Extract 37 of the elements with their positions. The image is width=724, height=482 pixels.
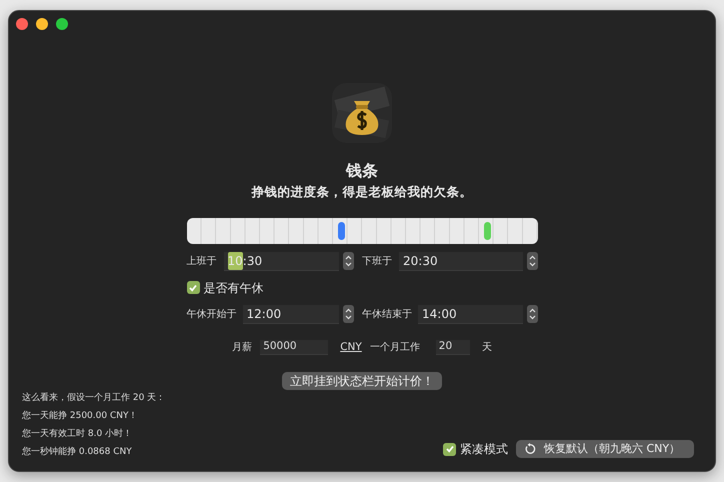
window-control-button[interactable] — [56, 18, 68, 30]
checkbox[interactable] — [186, 281, 200, 294]
time-field[interactable]: 14:00 — [418, 304, 522, 324]
app-title: 钱条 — [346, 160, 378, 182]
field-label: 月薪 — [232, 340, 252, 356]
time-marker[interactable] — [338, 222, 345, 240]
checkbox-label: 是否有午休 — [204, 280, 264, 297]
summary-text: 您一秒钟能挣 0.0868 CNY — [22, 446, 133, 459]
checkbox-label: 紧凑模式 — [460, 441, 508, 458]
stepper-control[interactable] — [526, 252, 538, 270]
reset-button[interactable]: 恢复默认（朝九晚六 CNY） — [516, 440, 694, 458]
stepper-control[interactable] — [526, 305, 538, 324]
app-subtitle: 挣钱的进度条，得是老板给我的欠条。 — [252, 183, 472, 201]
time-field[interactable]: 10:30 — [224, 252, 339, 271]
field-label: 上班于 — [186, 254, 218, 269]
start-button[interactable]: 立即挂到状态栏开始计价！ — [282, 372, 442, 390]
field-label: 午休开始于 — [186, 308, 238, 322]
summary-text: 这么看来，假设一个月工作 20 天： — [22, 392, 166, 405]
time-field[interactable]: 12:00 — [242, 304, 339, 324]
salary-field[interactable]: 50000 — [260, 340, 328, 356]
summary-text: 您一天有效工时 8.0 小时！ — [22, 428, 134, 441]
time-field[interactable]: 20:30 — [399, 252, 522, 271]
app-icon — [332, 83, 392, 143]
field-label: 午休结束于 — [362, 308, 413, 322]
stepper-control[interactable] — [343, 252, 354, 270]
unit-label: 天 — [482, 341, 492, 356]
time-marker[interactable] — [484, 222, 491, 240]
reset-icon — [524, 443, 536, 455]
stepper-control[interactable] — [343, 305, 354, 324]
window-control-button[interactable] — [16, 18, 28, 30]
checkbox[interactable] — [443, 442, 456, 456]
field-label: 下班于 — [362, 254, 393, 269]
window-control-button[interactable] — [36, 18, 48, 30]
field-label: 一个月工作 — [370, 341, 420, 356]
summary-text: 您一天能挣 2500.00 CNY！ — [22, 410, 138, 423]
currency-link[interactable]: CNY — [340, 340, 362, 356]
days-field[interactable]: 20 — [436, 340, 470, 356]
